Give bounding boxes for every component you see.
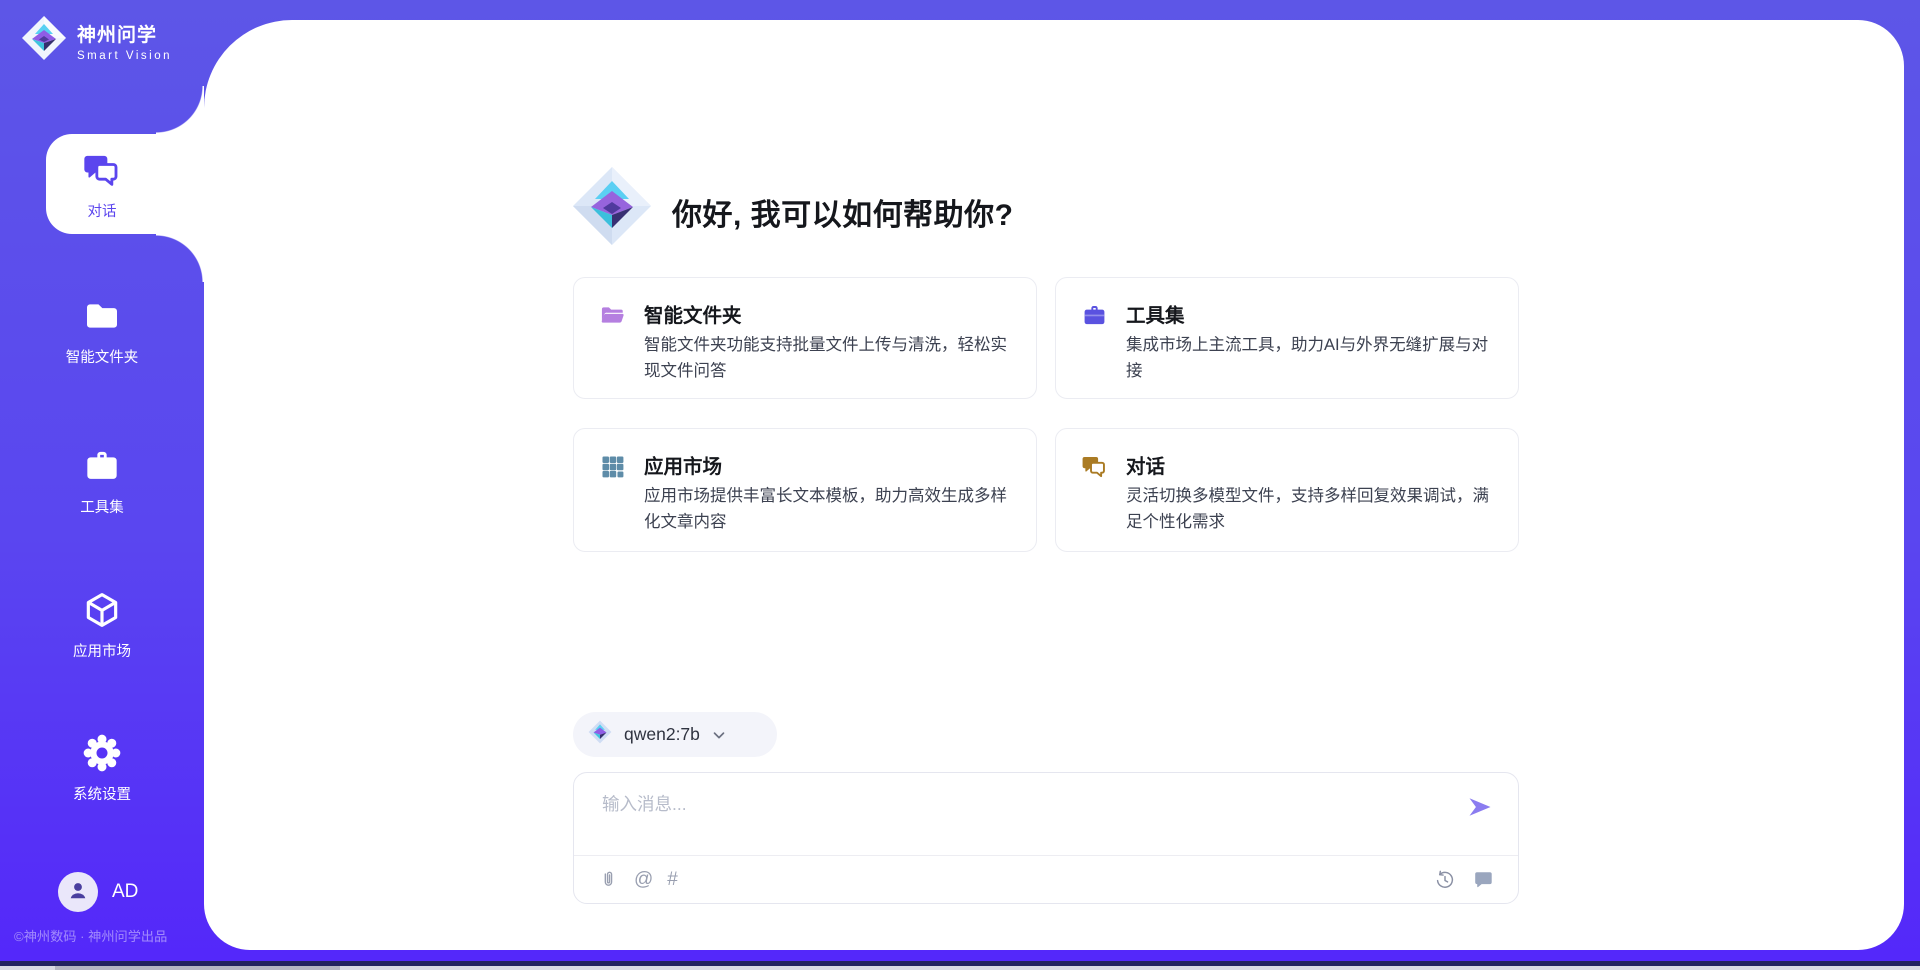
sidebar-item-app-market[interactable]: 应用市场 bbox=[0, 590, 204, 661]
folder-icon bbox=[82, 296, 122, 336]
folder-open-icon bbox=[599, 302, 626, 329]
brand-diamond-icon bbox=[20, 14, 68, 67]
composer-divider bbox=[574, 855, 1518, 856]
app-logo: 神州问学 Smart Vision bbox=[20, 14, 172, 67]
send-icon[interactable] bbox=[1466, 793, 1494, 821]
feature-card-app-market[interactable]: 应用市场 应用市场提供丰富长文本模板，助力高效生成多样化文章内容 bbox=[573, 428, 1037, 552]
card-description: 应用市场提供丰富长文本模板，助力高效生成多样化文章内容 bbox=[644, 484, 1020, 535]
message-composer: @ # bbox=[573, 772, 1519, 904]
model-diamond-icon bbox=[587, 719, 613, 750]
sidebar-item-label: 对话 bbox=[0, 200, 204, 221]
briefcase-icon bbox=[82, 446, 122, 486]
hero-diamond-icon bbox=[570, 164, 654, 253]
card-title: 应用市场 bbox=[644, 450, 722, 479]
card-description: 集成市场上主流工具，助力AI与外界无缝扩展与对接 bbox=[1126, 333, 1502, 384]
user-avatar[interactable] bbox=[58, 872, 98, 912]
gear-icon bbox=[82, 733, 122, 773]
sidebar-item-settings[interactable]: 系统设置 bbox=[0, 733, 204, 804]
chevron-down-icon bbox=[710, 726, 728, 744]
chat-icon bbox=[82, 150, 122, 190]
grid-icon bbox=[599, 453, 626, 480]
user-initials: AD bbox=[112, 881, 138, 903]
message-input[interactable] bbox=[600, 789, 1444, 849]
card-description: 灵活切换多模型文件，支持多样回复效果调试，满足个性化需求 bbox=[1126, 484, 1502, 535]
scrollbar-thumb[interactable] bbox=[55, 966, 340, 970]
attachment-icon[interactable] bbox=[598, 869, 620, 891]
card-title: 对话 bbox=[1126, 450, 1165, 479]
history-icon[interactable] bbox=[1434, 869, 1456, 891]
card-title: 工具集 bbox=[1126, 299, 1185, 328]
model-selector[interactable]: qwen2:7b bbox=[573, 712, 777, 757]
sidebar-item-smart-folder[interactable]: 智能文件夹 bbox=[0, 296, 204, 367]
sidebar-item-chat[interactable]: 对话 bbox=[0, 150, 204, 221]
tab-fillet-bottom bbox=[156, 234, 204, 282]
mention-icon[interactable]: @ bbox=[634, 869, 653, 891]
hashtag-icon[interactable]: # bbox=[667, 869, 678, 891]
app-title: 神州问学 bbox=[77, 20, 172, 47]
horizontal-scrollbar[interactable] bbox=[0, 966, 1920, 970]
sidebar-item-label: 工具集 bbox=[0, 496, 204, 517]
sidebar-item-label: 系统设置 bbox=[0, 783, 204, 804]
sidebar-item-toolset[interactable]: 工具集 bbox=[0, 446, 204, 517]
cube-icon bbox=[82, 590, 122, 630]
card-description: 智能文件夹功能支持批量文件上传与清洗，轻松实现文件问答 bbox=[644, 333, 1020, 384]
sidebar-item-label: 应用市场 bbox=[0, 640, 204, 661]
model-name: qwen2:7b bbox=[624, 724, 700, 745]
chat-square-icon[interactable] bbox=[1472, 869, 1494, 891]
chat-icon bbox=[1081, 453, 1108, 480]
greeting-title: 你好, 我可以如何帮助你? bbox=[672, 190, 1014, 234]
copyright-text: ©神州数码 · 神州问学出品 bbox=[14, 926, 167, 945]
person-icon bbox=[65, 877, 91, 908]
card-title: 智能文件夹 bbox=[644, 299, 742, 328]
tab-fillet-top bbox=[156, 86, 204, 134]
feature-card-smart-folder[interactable]: 智能文件夹 智能文件夹功能支持批量文件上传与清洗，轻松实现文件问答 bbox=[573, 277, 1037, 399]
feature-card-toolset[interactable]: 工具集 集成市场上主流工具，助力AI与外界无缝扩展与对接 bbox=[1055, 277, 1519, 399]
briefcase-icon bbox=[1081, 302, 1108, 329]
app-subtitle: Smart Vision bbox=[77, 50, 172, 62]
feature-card-chat[interactable]: 对话 灵活切换多模型文件，支持多样回复效果调试，满足个性化需求 bbox=[1055, 428, 1519, 552]
sidebar-item-label: 智能文件夹 bbox=[0, 346, 204, 367]
app-window: 神州问学 Smart Vision 对话 智能文件夹 工具集 bbox=[0, 0, 1920, 970]
